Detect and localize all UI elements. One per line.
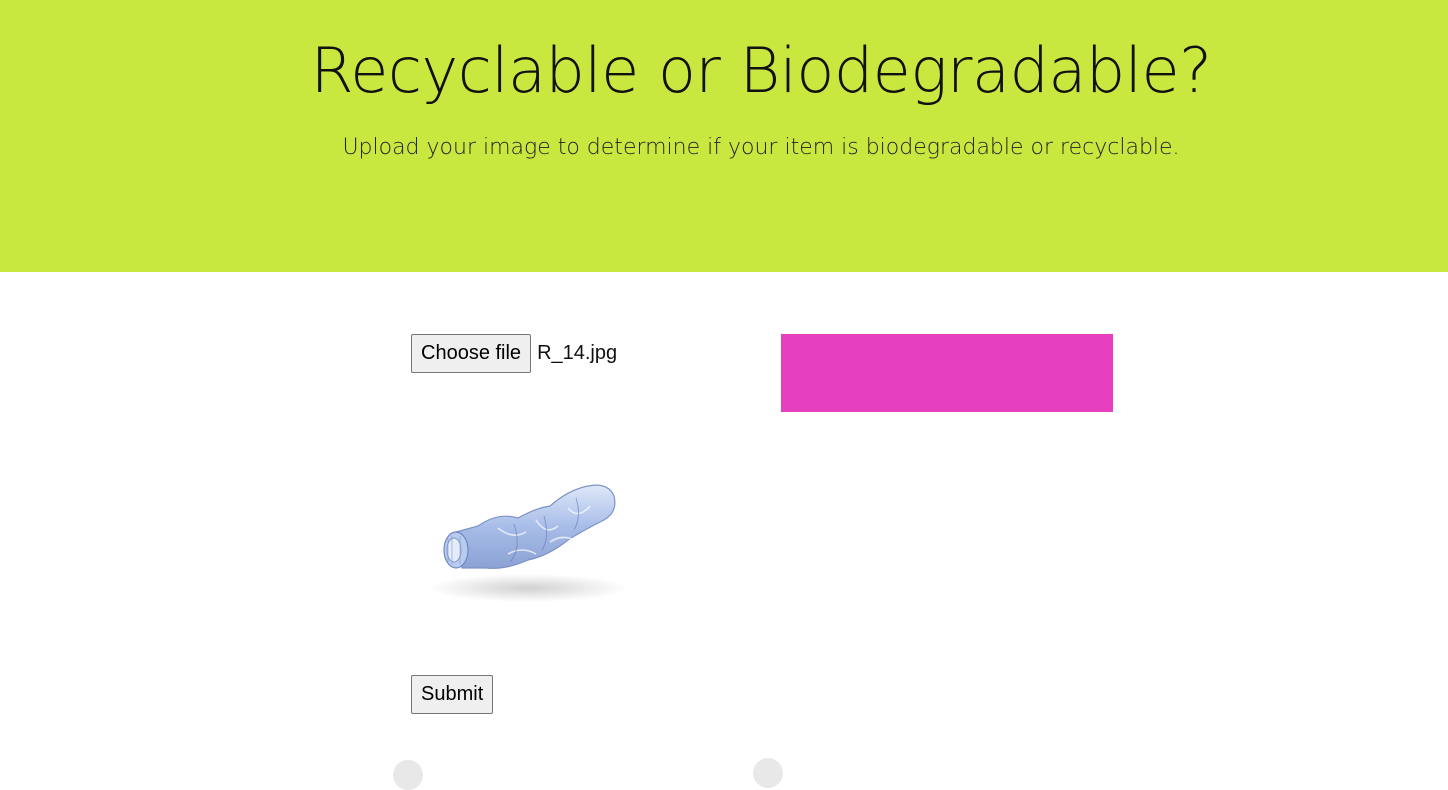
result-panel xyxy=(781,334,1113,412)
scroll-indicator-left xyxy=(393,760,423,790)
selected-file-name: R_14.jpg xyxy=(537,342,618,364)
scroll-indicator-right xyxy=(753,758,783,788)
choose-file-button[interactable]: Choose file xyxy=(411,334,532,373)
submit-button[interactable]: Submit xyxy=(411,675,494,714)
plastic-bottle-image xyxy=(428,484,628,602)
submit-wrapper: Submit xyxy=(411,675,494,714)
uploaded-image-preview xyxy=(418,450,648,630)
page-title: Recyclable or Biodegradable? xyxy=(310,34,1212,107)
page-subtitle: Upload your image to determine if your i… xyxy=(342,135,1180,160)
hero-banner: Recyclable or Biodegradable? Upload your… xyxy=(0,0,1448,272)
file-input[interactable]: Choose file R_14.jpg xyxy=(411,334,617,373)
